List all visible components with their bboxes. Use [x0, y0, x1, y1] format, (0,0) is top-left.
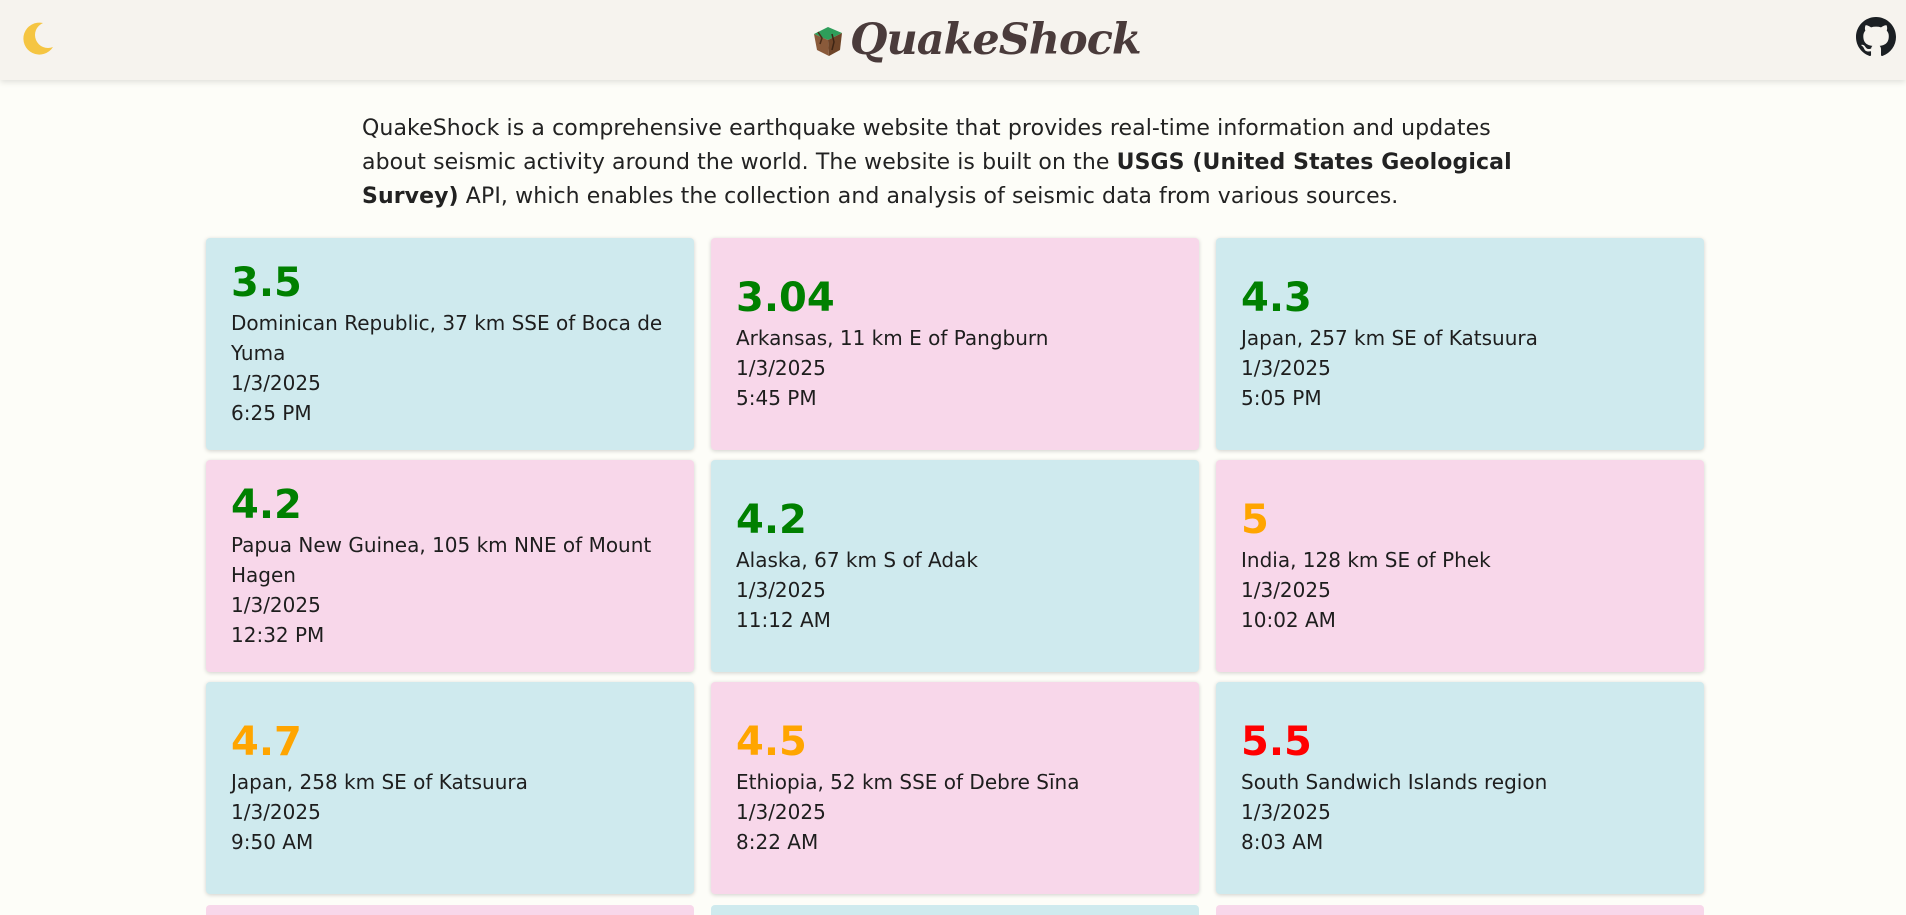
magnitude: 4.3 [1241, 275, 1312, 321]
earthquake-card[interactable]: 4.7 Japan, 258 km SE of Katsuura 1/3/2025 9… [206, 682, 694, 894]
quake-place: Arkansas, 11 km E of Pangburn [736, 326, 1049, 350]
earthquake-card[interactable]: 3.04 Arkansas, 11 km E of Pangburn 1/3/202… [711, 238, 1199, 450]
earthquake-card[interactable]: 4.2 Alaska, 67 km S of Adak 1/3/2025 11:12 … [711, 460, 1199, 672]
quake-date: 1/3/2025 [1241, 578, 1331, 602]
crescent-moon-icon[interactable] [17, 19, 57, 59]
quake-place: Papua New Guinea, 105 km NNE of Mount Ha… [231, 533, 652, 587]
quake-place: Ethiopia, 52 km SSE of Debre Sīna [736, 770, 1080, 794]
quake-place: India, 128 km SE of Phek [1241, 548, 1491, 572]
quake-date: 1/3/2025 [1241, 356, 1331, 380]
magnitude: 4.7 [231, 719, 302, 765]
quake-date: 1/3/2025 [1241, 800, 1331, 824]
earthquake-card[interactable]: 5 India, 128 km SE of Phek 1/3/2025 10:02 A… [1216, 460, 1704, 672]
earthquake-card[interactable]: 4.3 Japan, 257 km SE of Katsuura 1/3/2025 5… [1216, 238, 1704, 450]
magnitude: 5 [1241, 497, 1269, 543]
brand-name: QuakeShock [850, 15, 1142, 65]
magnitude: 3.5 [231, 260, 302, 306]
quake-place: Dominican Republic, 37 km SSE of Boca de… [231, 311, 663, 365]
quake-time: 6:25 PM [231, 401, 312, 425]
quake-date: 1/3/2025 [231, 371, 321, 395]
quake-place: Japan, 258 km SE of Katsuura [231, 770, 528, 794]
magnitude: 4.2 [231, 482, 302, 528]
earthquake-card[interactable]: 3.5 Dominican Republic, 37 km SSE of Boca… [206, 238, 694, 450]
earthquake-card[interactable]: 4.2 Papua New Guinea, 105 km NNE of Mount… [206, 460, 694, 672]
quake-date: 1/3/2025 [736, 356, 826, 380]
quake-date: 1/3/2025 [736, 578, 826, 602]
quake-logo-icon [814, 27, 842, 56]
quake-place: South Sandwich Islands region [1241, 770, 1548, 794]
quake-time: 9:50 AM [231, 830, 314, 854]
quake-date: 1/3/2025 [231, 593, 321, 617]
top-navbar: QuakeShock [0, 0, 1906, 80]
quake-time: 12:32 PM [231, 623, 325, 647]
quake-date: 1/3/2025 [736, 800, 826, 824]
quake-time: 8:03 AM [1241, 830, 1324, 854]
github-icon[interactable] [1856, 17, 1896, 57]
magnitude: 4.2 [736, 497, 807, 543]
magnitude: 3.04 [736, 275, 835, 321]
quake-date: 1/3/2025 [231, 800, 321, 824]
card-peek [1216, 905, 1704, 915]
quake-time: 8:22 AM [736, 830, 819, 854]
intro-paragraph: QuakeShock is a comprehensive earthquake… [362, 112, 1542, 214]
quake-place: Japan, 257 km SE of Katsuura [1241, 326, 1538, 350]
quake-time: 5:45 PM [736, 386, 817, 410]
quake-time: 10:02 AM [1241, 608, 1336, 632]
brand[interactable]: QuakeShock [808, 10, 1142, 70]
magnitude: 5.5 [1241, 719, 1312, 765]
quake-time: 5:05 PM [1241, 386, 1322, 410]
intro-text-2: API, which enables the collection and an… [458, 184, 1399, 209]
earthquake-card[interactable]: 4.5 Ethiopia, 52 km SSE of Debre Sīna 1/3/… [711, 682, 1199, 894]
quake-place: Alaska, 67 km S of Adak [736, 548, 978, 572]
earthquake-card[interactable]: 5.5 South Sandwich Islands region 1/3/2025… [1216, 682, 1704, 894]
magnitude: 4.5 [736, 719, 807, 765]
next-row-peek [206, 905, 1704, 915]
card-peek [206, 905, 694, 915]
card-peek [711, 905, 1199, 915]
quake-time: 11:12 AM [736, 608, 831, 632]
earthquake-card-grid: 3.5 Dominican Republic, 37 km SSE of Boca… [206, 238, 1704, 894]
